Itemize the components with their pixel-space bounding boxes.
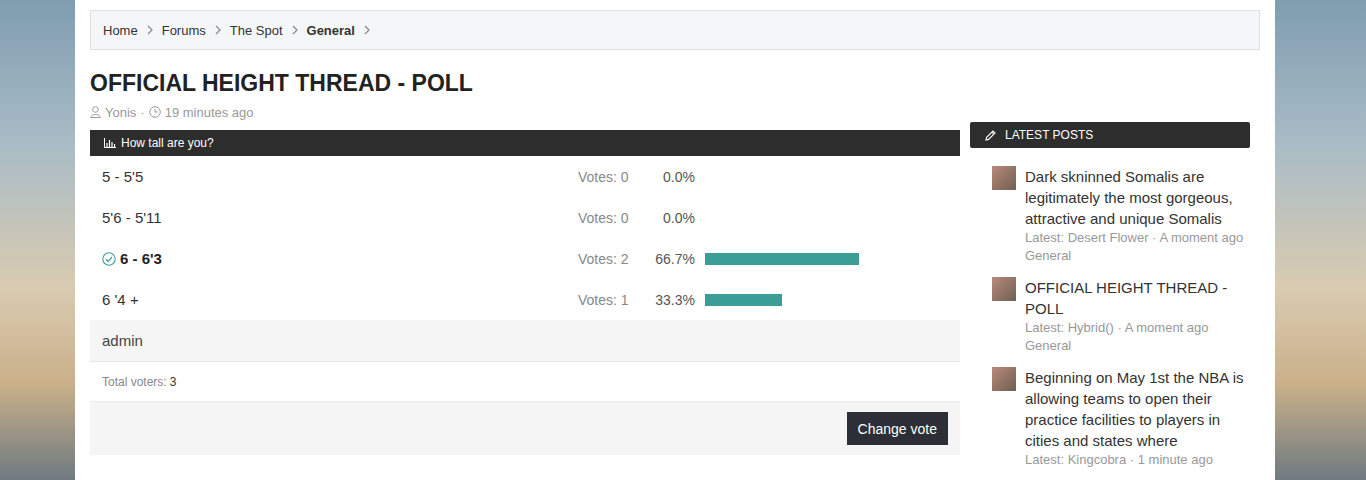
option-percent: 0.0% — [640, 210, 695, 226]
thread-author[interactable]: Yonis — [105, 105, 136, 120]
breadcrumb-item[interactable]: Forums — [162, 23, 206, 38]
poll-option[interactable]: 6 '4 + Votes: 1 33.3% — [90, 279, 960, 320]
page: Home Forums The Spot General OFFICIAL HE… — [0, 0, 1366, 480]
bar-chart-icon — [104, 138, 116, 148]
poll: How tall are you? 5 - 5'5 Votes: 0 0.0% … — [90, 130, 960, 455]
option-percent: 0.0% — [640, 169, 695, 185]
pencil-icon — [984, 129, 997, 142]
check-circle-icon — [102, 252, 116, 266]
post-list: Dark skninned Somalis are legitimately t… — [970, 148, 1250, 469]
post-meta: Latest: Hybrid() · A moment ago — [1025, 319, 1245, 337]
poll-option[interactable]: 6 - 6'3 Votes: 2 66.7% — [90, 238, 960, 279]
poll-footer: Change vote — [90, 402, 960, 455]
sidebar-header: LATEST POSTS — [970, 122, 1250, 148]
thread-meta: Yonis · 19 minutes ago — [90, 104, 960, 120]
content-panel: Home Forums The Spot General OFFICIAL HE… — [75, 0, 1275, 480]
poll-header: How tall are you? — [90, 130, 960, 156]
breadcrumb-item[interactable]: The Spot — [230, 23, 283, 38]
sidebar: LATEST POSTS Dark skninned Somalis are l… — [970, 122, 1250, 469]
post-item[interactable]: Dark skninned Somalis are legitimately t… — [992, 166, 1245, 265]
main-column: OFFICIAL HEIGHT THREAD - POLL Yonis · 19… — [90, 50, 960, 469]
chevron-right-icon — [214, 25, 222, 35]
option-votes: Votes: 0 — [578, 210, 640, 226]
breadcrumb-item[interactable]: General — [307, 23, 355, 38]
change-vote-button[interactable]: Change vote — [847, 412, 948, 445]
avatar — [992, 277, 1016, 301]
user-icon — [90, 106, 101, 118]
post-title[interactable]: Dark skninned Somalis are legitimately t… — [1025, 166, 1245, 229]
post-item[interactable]: OFFICIAL HEIGHT THREAD - POLL Latest: Hy… — [992, 277, 1245, 355]
chevron-right-icon — [291, 25, 299, 35]
post-forum[interactable]: General — [1025, 337, 1245, 355]
post-meta: Latest: Desert Flower · A moment ago — [1025, 229, 1245, 247]
option-votes: Votes: 1 — [578, 292, 640, 308]
option-label: 5'6 - 5'11 — [102, 209, 578, 226]
option-label: 6 '4 + — [102, 291, 578, 308]
columns: OFFICIAL HEIGHT THREAD - POLL Yonis · 19… — [90, 50, 1250, 469]
option-percent: 66.7% — [640, 251, 695, 267]
option-votes: Votes: 2 — [578, 251, 640, 267]
thread-time: 19 minutes ago — [165, 105, 254, 120]
chevron-right-icon — [146, 25, 154, 35]
poll-option[interactable]: 5 - 5'5 Votes: 0 0.0% — [90, 156, 960, 197]
total-voters: Total voters: 3 — [90, 362, 960, 402]
option-bar-track — [705, 294, 936, 306]
voter-row: admin — [90, 320, 960, 362]
avatar — [992, 166, 1016, 190]
post-forum[interactable]: General — [1025, 247, 1245, 265]
option-percent: 33.3% — [640, 292, 695, 308]
poll-question: How tall are you? — [121, 136, 214, 150]
option-votes: Votes: 0 — [578, 169, 640, 185]
option-bar-track — [705, 171, 936, 183]
option-bar-fill — [705, 294, 782, 306]
thread-title: OFFICIAL HEIGHT THREAD - POLL — [90, 70, 960, 96]
post-item[interactable]: Beginning on May 1st the NBA is allowing… — [992, 367, 1245, 469]
avatar — [992, 367, 1016, 391]
chevron-right-icon — [363, 25, 371, 35]
option-label: 6 - 6'3 — [102, 250, 578, 267]
breadcrumb-bar: Home Forums The Spot General — [90, 10, 1260, 50]
option-bar-fill — [705, 253, 859, 265]
clock-icon — [149, 106, 161, 118]
option-bar-track — [705, 253, 936, 265]
post-title[interactable]: OFFICIAL HEIGHT THREAD - POLL — [1025, 277, 1245, 319]
post-title[interactable]: Beginning on May 1st the NBA is allowing… — [1025, 367, 1245, 451]
poll-option[interactable]: 5'6 - 5'11 Votes: 0 0.0% — [90, 197, 960, 238]
option-bar-track — [705, 212, 936, 224]
option-label: 5 - 5'5 — [102, 168, 578, 185]
meta-separator: · — [140, 105, 144, 120]
breadcrumb-item[interactable]: Home — [103, 23, 138, 38]
post-meta: Latest: Kingcobra · 1 minute ago — [1025, 451, 1245, 469]
